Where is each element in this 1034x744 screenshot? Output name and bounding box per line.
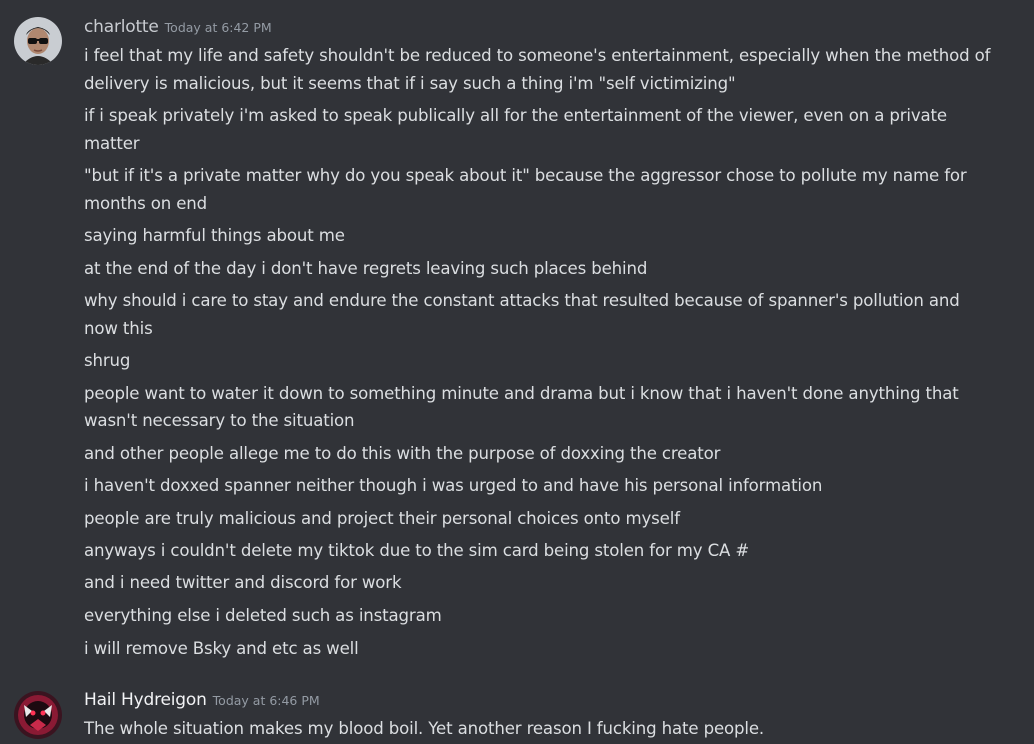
message-line: people want to water it down to somethin…: [84, 384, 959, 403]
avatar[interactable]: [14, 17, 62, 65]
chat-messages: charlotte Today at 6:42 PM i feel that my…: [0, 0, 1034, 744]
message-line: anyways i couldn't delete my tiktok due …: [84, 541, 750, 560]
message-line: why should i care to stay and endure the…: [84, 291, 960, 310]
message-line: i haven't doxxed spanner neither though …: [84, 476, 823, 495]
message-line: The whole situation makes my blood boil.…: [84, 719, 765, 738]
message-line: at the end of the day i don't have regre…: [84, 259, 648, 278]
message-line: i will remove Bsky and etc as well: [84, 639, 359, 658]
message-line: now this: [84, 319, 153, 338]
message-header: charlotte Today at 6:42 PM: [84, 17, 272, 37]
avatar[interactable]: [14, 691, 62, 739]
message-header: Hail Hydreigon Today at 6:46 PM: [84, 690, 320, 710]
timestamp: Today at 6:42 PM: [164, 20, 272, 35]
message-line: saying harmful things about me: [84, 226, 345, 245]
message-line: and i need twitter and discord for work: [84, 573, 402, 592]
message-line: i feel that my life and safety shouldn't…: [84, 46, 991, 65]
message-line: everything else i deleted such as instag…: [84, 606, 442, 625]
username[interactable]: charlotte: [84, 17, 159, 37]
timestamp: Today at 6:46 PM: [212, 693, 320, 708]
username[interactable]: Hail Hydreigon: [84, 690, 207, 710]
message-line: months on end: [84, 194, 208, 213]
message-line: delivery is malicious, but it seems that…: [84, 74, 736, 93]
message-line: if i speak privately i'm asked to speak …: [84, 106, 947, 125]
message-line: matter: [84, 134, 140, 153]
message-line: and other people allege me to do this wi…: [84, 444, 721, 463]
message-line: people are truly malicious and project t…: [84, 509, 680, 528]
avatar-image: [14, 17, 62, 65]
message-line: shrug: [84, 351, 131, 370]
message-line: wasn't necessary to the situation: [84, 411, 355, 430]
message-line: "but if it's a private matter why do you…: [84, 166, 967, 185]
avatar-image: [14, 691, 62, 739]
